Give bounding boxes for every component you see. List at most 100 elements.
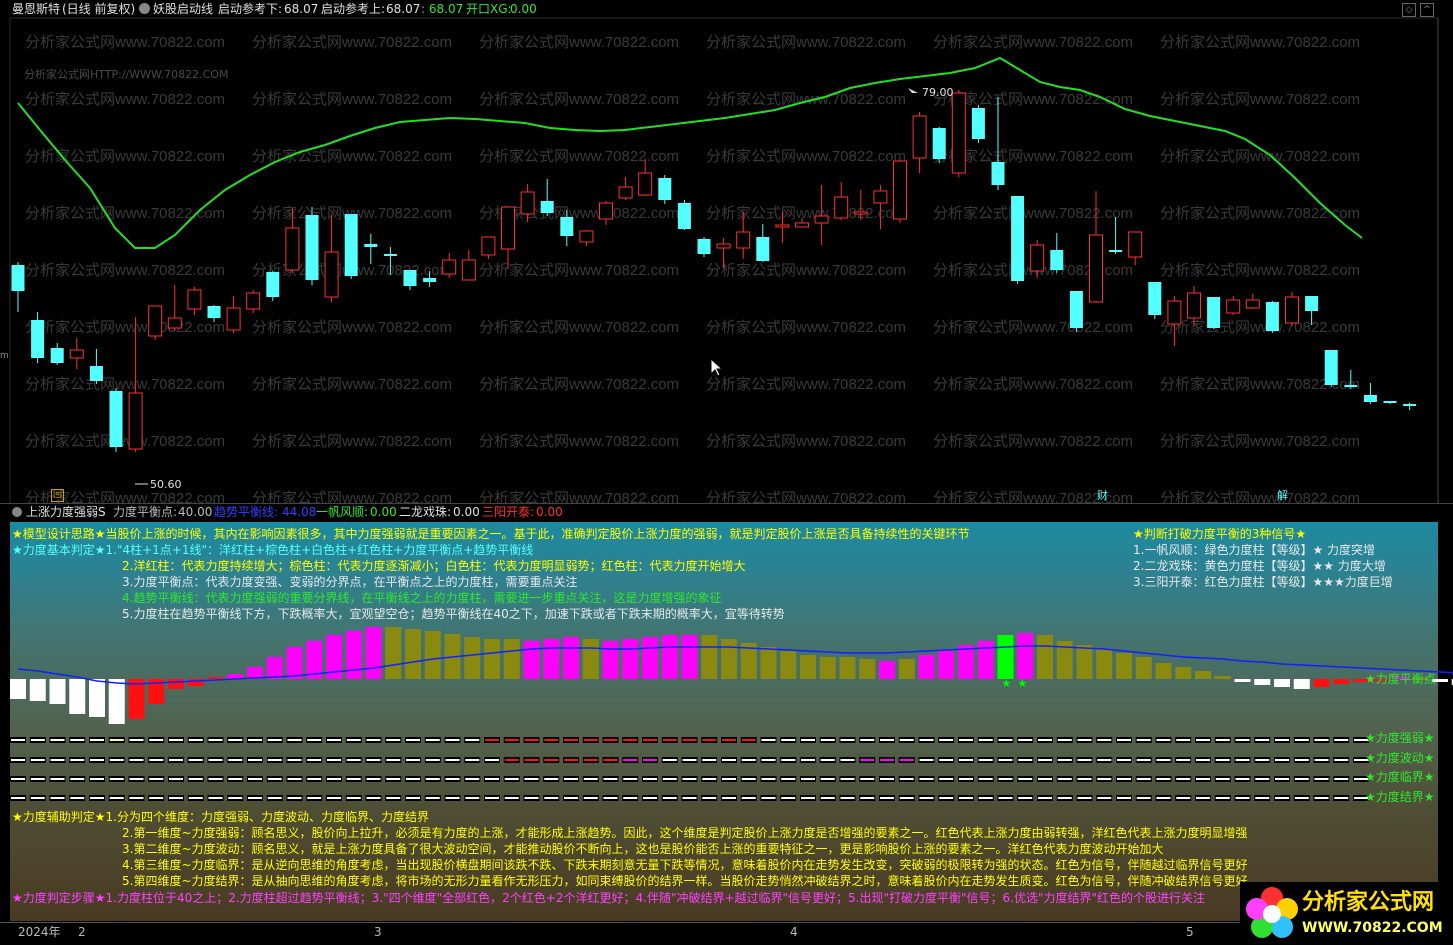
candle: [1226, 296, 1241, 315]
candle: [148, 305, 163, 340]
watermark-text: 分析家公式网www.70822.com: [706, 34, 906, 51]
watermark-text: 分析家公式网www.70822.com: [25, 148, 225, 165]
watermark-text: 分析家公式网www.70822.com: [252, 319, 452, 336]
candle-body: [324, 251, 339, 298]
candle: [971, 105, 985, 143]
candle-body: [461, 259, 476, 281]
candle-body: [579, 230, 594, 243]
candle-body: [187, 289, 202, 310]
candle: [1109, 217, 1123, 254]
candle-body: [501, 206, 515, 250]
candle: [1148, 282, 1162, 319]
candle-body: [1207, 297, 1221, 328]
candle-body: [873, 190, 888, 204]
event-marker-1[interactable]: 回: [51, 489, 64, 502]
event-marker-3[interactable]: 解: [1277, 489, 1288, 503]
candle: [403, 270, 417, 290]
candle: [324, 215, 339, 302]
candle: [11, 262, 25, 312]
app-window: 曼恩斯特 (日线 前复权) 妖股启动线 启动参考下: 68.07 启动参考上: …: [0, 0, 1453, 945]
watermark-text: 分析家公式网www.70822.com: [933, 319, 1133, 336]
watermark-text: 分析家公式网www.70822.com: [1160, 34, 1360, 51]
candle-body: [1344, 385, 1358, 387]
candle-body: [618, 186, 633, 199]
x-axis-month-5: 5: [1186, 925, 1194, 939]
candle: [501, 206, 515, 269]
candle-body: [756, 237, 770, 261]
x-axis-month-2: 2: [78, 925, 86, 939]
candle-body: [442, 259, 457, 275]
candle-body: [775, 224, 790, 228]
candle-body: [951, 92, 966, 174]
note-columns: 2.洋红柱：代表力度持续增大；棕色柱：代表力度逐渐减小；白色柱：代表力度明显弱势…: [122, 559, 746, 573]
candle-body: [226, 307, 241, 331]
candle: [481, 236, 496, 259]
sub-indicator-name[interactable]: 上涨力度强弱S: [26, 505, 106, 519]
candle-body: [383, 254, 397, 256]
flower-logo-icon: [1246, 887, 1298, 938]
candle-body: [207, 306, 221, 318]
aux-title: ★力度辅助判定★1.分为四个维度：力度强弱、力度波动、力度临界、力度结界: [12, 810, 429, 824]
candle-body: [148, 305, 163, 337]
candle-body: [1069, 291, 1083, 328]
watermark-text: 分析家公式网www.70822.com: [933, 376, 1133, 393]
candle: [266, 271, 280, 301]
signal-title: ★判断打破力度平衡的3种信号★: [1133, 527, 1307, 541]
candle-body: [1089, 234, 1103, 303]
candle: [344, 214, 358, 279]
candle: [167, 285, 182, 331]
candle-body: [599, 202, 613, 220]
x-axis-month-4: 4: [790, 925, 798, 939]
candle-body: [89, 366, 103, 381]
candle: [912, 112, 927, 173]
sub-toggle-icon[interactable]: [12, 507, 22, 517]
watermark-text: 分析家公式网www.70822.com: [25, 91, 225, 108]
signal-1: 1.一帆风顺：绿色力度柱【等级】★ 力度突增: [1133, 543, 1376, 557]
candle-body: [853, 211, 868, 215]
candle-body: [834, 196, 849, 219]
label-balance-point: ★力度平衡点: [1365, 672, 1436, 686]
watermark-text: 分析家公式网www.70822.com: [25, 319, 225, 336]
candle-body: [1011, 196, 1025, 281]
p5-value: 0.00: [536, 505, 563, 519]
signal-2: 2.二龙戏珠：黄色力度柱【等级】★★ 力度大增: [1133, 559, 1386, 573]
candle-body: [991, 162, 1005, 185]
candle: [932, 127, 946, 163]
candle-body: [540, 201, 554, 213]
watermark-text: 分析家公式网www.70822.com: [1160, 148, 1360, 165]
candle-body: [1245, 299, 1260, 309]
candle-body: [520, 191, 535, 215]
candle-body: [423, 278, 437, 282]
watermark-text: 分析家公式网www.70822.com: [706, 319, 906, 336]
candle-body: [1363, 395, 1377, 402]
watermark-text: 分析家公式网www.70822.com: [706, 148, 906, 165]
watermark-text: 分析家公式网www.70822.com: [479, 91, 679, 108]
candle-body: [658, 178, 672, 200]
candle-body: [795, 222, 809, 228]
candle: [1167, 296, 1182, 346]
x-axis-year: 2024年: [18, 925, 61, 939]
candle-body: [971, 108, 985, 139]
candle: [69, 338, 84, 369]
candle: [1363, 383, 1377, 404]
candle-body: [246, 292, 261, 310]
candle: [364, 234, 378, 264]
note-trend-line: 4.趋势平衡线：代表力度强弱的重要分界线，在平衡线之上的力度柱，需要进一步重点关…: [122, 591, 722, 605]
candle-body: [638, 172, 653, 196]
candle: [834, 182, 849, 220]
candle: [951, 90, 966, 177]
logo: 分析家公式网 WWW.70822.COM: [1240, 882, 1453, 945]
aux-dim-4: 5.第四维度~力度结界：是从抽向思维的角度考虑，将市场的无形力量看作无形压力，如…: [122, 874, 1248, 888]
watermark-text: 分析家公式网www.70822.com: [706, 91, 906, 108]
candle-body: [677, 203, 691, 229]
candle: [1207, 297, 1221, 329]
mouse-cursor-icon: [710, 358, 724, 377]
candle-body: [481, 236, 496, 256]
candle-body: [912, 115, 927, 159]
candle-body: [1305, 296, 1319, 311]
aux-steps: ★力度判定步骤★1.力度柱位于40之上；2.力度柱超过趋势平衡线；3."四个维度…: [12, 891, 1206, 905]
watermark-text: 分析家公式网www.70822.com: [479, 148, 679, 165]
event-marker-2[interactable]: 财: [1097, 489, 1108, 503]
candle-body: [1226, 299, 1241, 314]
candle-body: [1148, 282, 1162, 315]
